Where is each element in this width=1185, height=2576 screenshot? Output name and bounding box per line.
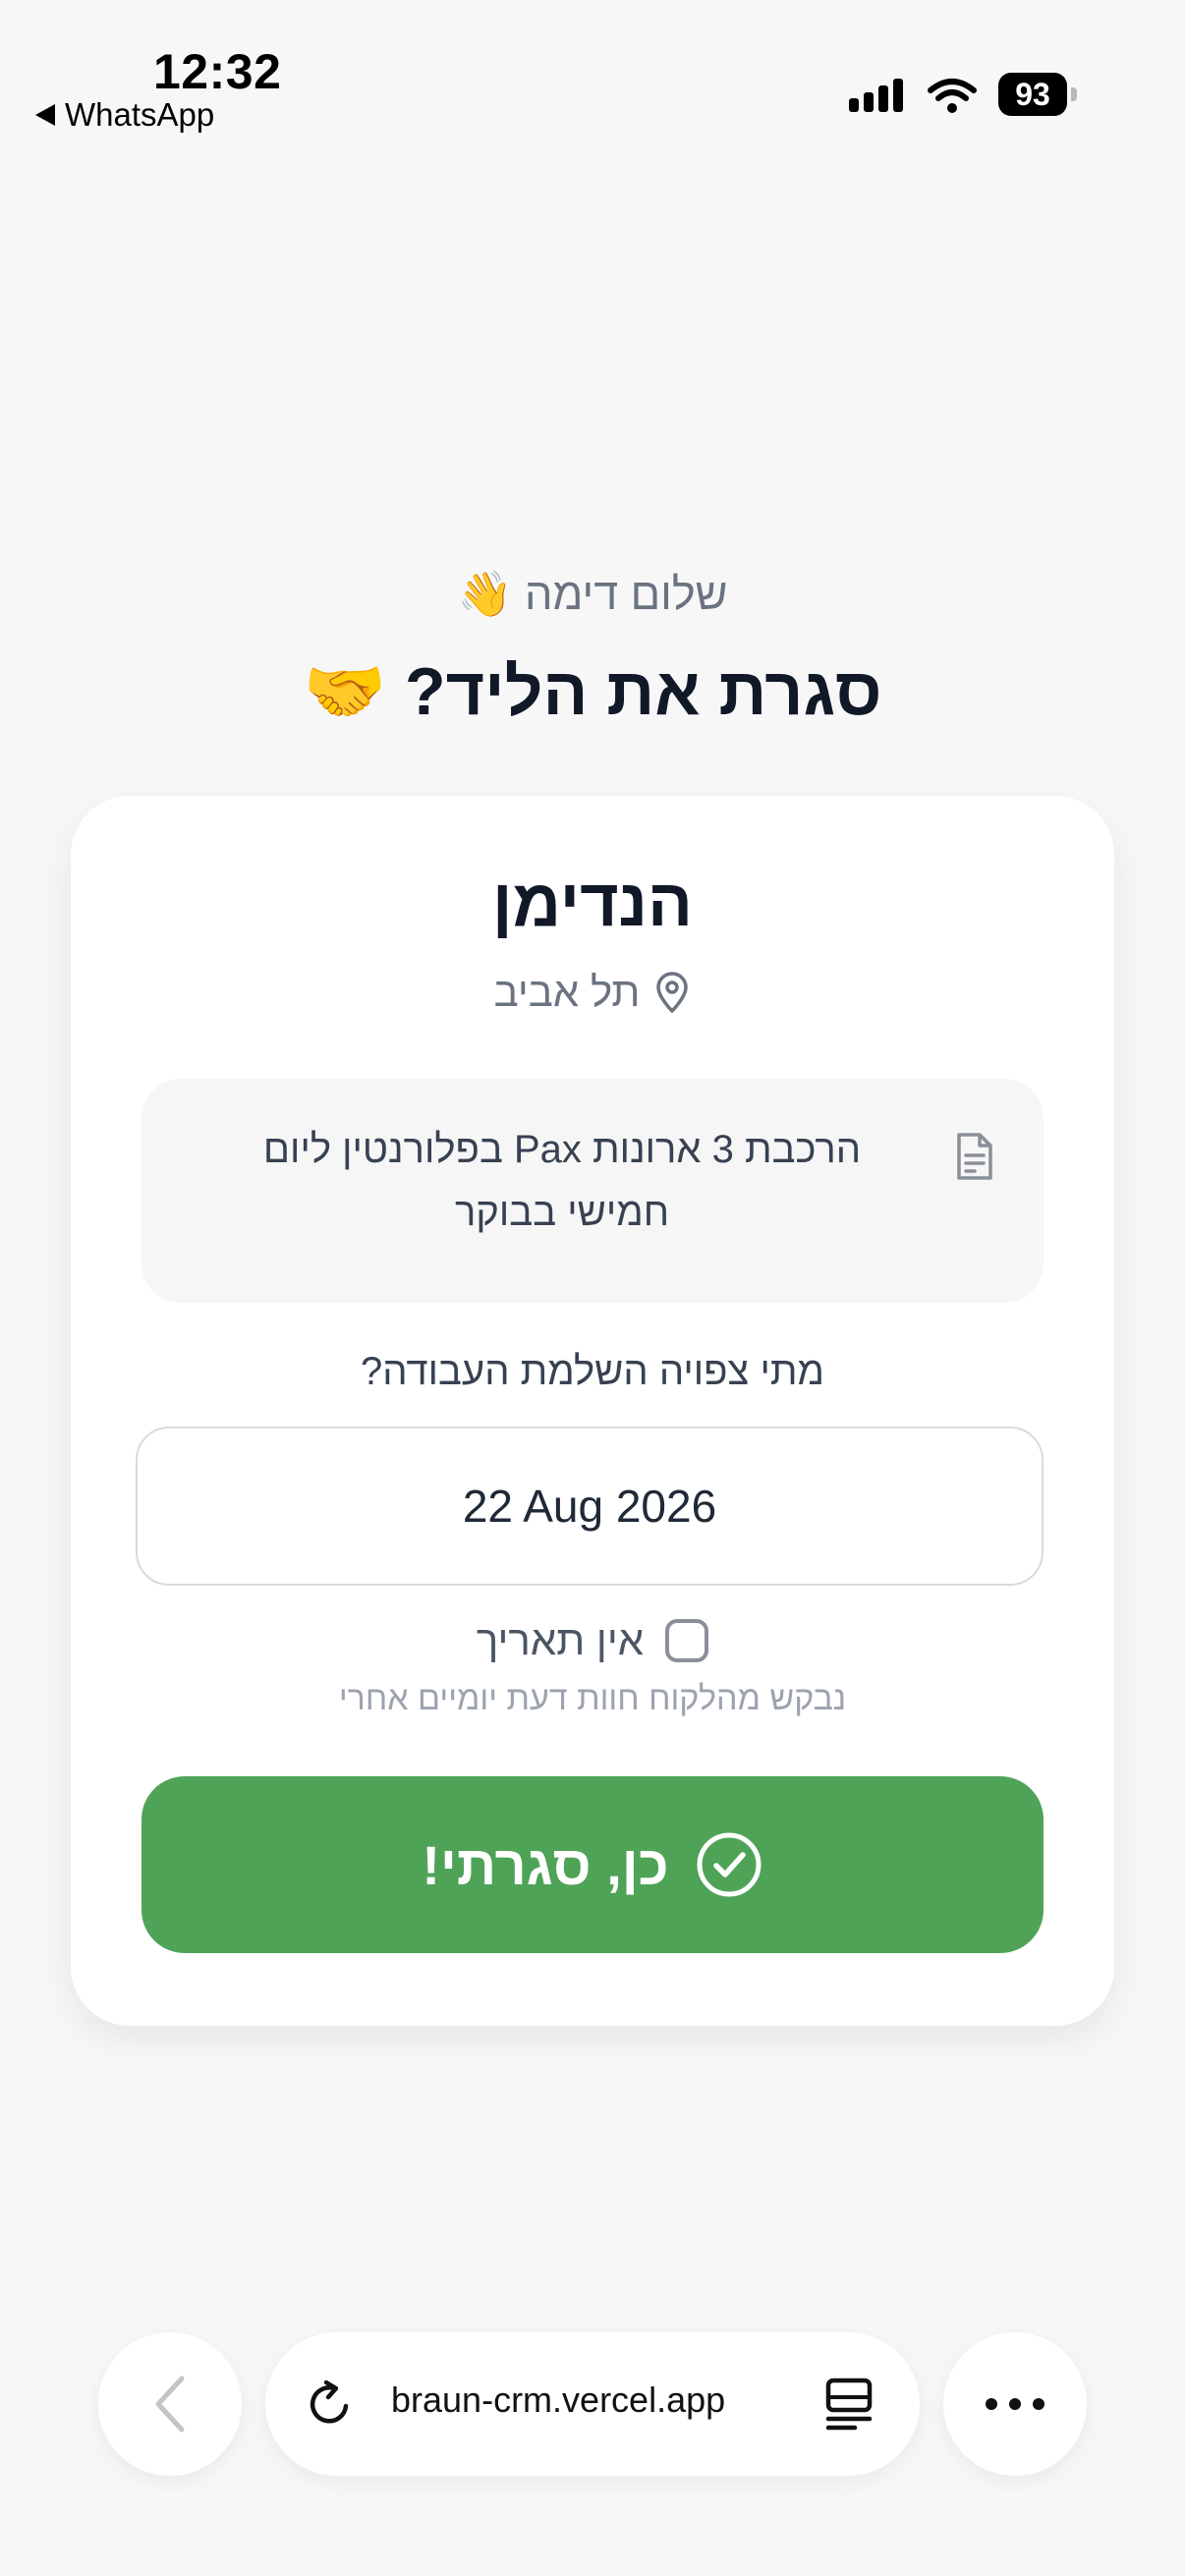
more-options-button[interactable]	[943, 2332, 1087, 2476]
url-text[interactable]: braun-crm.vercel.app	[391, 2380, 774, 2429]
lead-name: הנדימן	[492, 866, 693, 940]
completion-question-label: מתי צפויה השלמת העבודה?	[361, 1350, 824, 1393]
location-pin-icon	[656, 972, 689, 1013]
document-icon	[957, 1133, 992, 1180]
battery-level: 93	[998, 73, 1067, 116]
browser-back-button[interactable]	[98, 2332, 242, 2476]
no-date-checkbox[interactable]	[665, 1619, 709, 1662]
job-description-text: הרכבת 3 ארונות Pax בפלורנטין ליום חמישי …	[262, 1128, 862, 1234]
chevron-left-icon	[155, 2376, 185, 2433]
back-to-app-link[interactable]: WhatsApp	[35, 96, 214, 134]
battery-icon: 93	[998, 73, 1077, 116]
reload-icon[interactable]	[305, 2379, 356, 2430]
location-text: תל אביב	[493, 969, 641, 1015]
back-app-label: WhatsApp	[65, 96, 215, 133]
job-description-box: הרכבת 3 ארונות Pax בפלורנטין ליום חמישי …	[141, 1079, 1044, 1303]
no-date-option[interactable]: אין תאריך	[71, 1617, 1114, 1664]
lead-card: הנדימן תל אביב הרכבת 3 ארונות Pax בפלורנ…	[71, 796, 1114, 2026]
check-circle-icon	[697, 1832, 762, 1897]
wifi-icon	[928, 79, 977, 113]
status-time: 12:32	[153, 44, 282, 99]
lead-location: תל אביב	[71, 969, 1114, 1016]
confirm-closed-button[interactable]: כן, סגרתי!	[141, 1776, 1044, 1953]
signal-icon	[849, 79, 903, 112]
url-value: braun-crm.vercel.app	[391, 2380, 726, 2420]
no-date-label: אין תאריך	[476, 1617, 645, 1663]
confirm-button-label: כן, סגרתי!	[422, 1833, 669, 1896]
address-bar[interactable]: braun-crm.vercel.app	[265, 2332, 920, 2476]
back-triangle-icon	[35, 104, 55, 126]
reader-mode-icon[interactable]	[823, 2378, 875, 2431]
page-title: סגרת את הליד? 🤝	[303, 654, 882, 729]
review-hint-text: נבקש מהלקוח חוות דעת יומיים אחרי	[338, 1680, 847, 1717]
greeting-text: שלום דימה 👋	[457, 569, 728, 619]
completion-date-input[interactable]: 22 Aug 2026	[136, 1427, 1044, 1586]
more-dots-icon	[986, 2398, 1044, 2410]
